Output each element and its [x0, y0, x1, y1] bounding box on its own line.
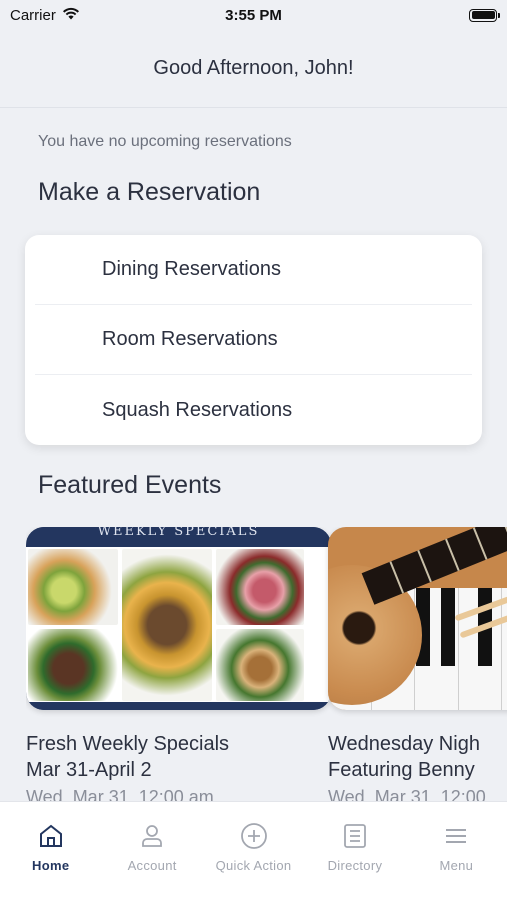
tab-menu[interactable]: Menu	[406, 802, 507, 900]
upcoming-reservations-text: You have no upcoming reservations	[38, 133, 292, 150]
featured-events-title: Featured Events	[38, 471, 222, 499]
tab-label: Account	[127, 858, 177, 873]
home-icon	[37, 822, 65, 850]
tab-account[interactable]: Account	[101, 802, 202, 900]
room-reservations-item[interactable]: Room Reservations	[35, 305, 472, 375]
account-icon	[138, 822, 166, 850]
tab-label: Quick Action	[215, 858, 292, 873]
wifi-icon	[62, 7, 80, 24]
tab-label: Menu	[439, 858, 474, 873]
tab-home[interactable]: Home	[0, 802, 101, 900]
event-date: Wed, Mar 31, 12:00	[328, 787, 486, 802]
menu-icon	[442, 822, 470, 850]
tab-quick-action[interactable]: Quick Action	[203, 802, 304, 900]
event-date: Wed, Mar 31, 12:00 am	[26, 787, 214, 802]
reservation-card: Dining Reservations Room Reservations Sq…	[25, 235, 482, 445]
weekly-specials-image: WEEKLY SPECIALS	[26, 527, 331, 710]
featured-events-carousel[interactable]: WEEKLY SPECIALS Fresh Weekly Specials Ma…	[26, 527, 507, 802]
tab-bar: Home Account Quick Action Directory Menu	[0, 801, 507, 900]
status-bar: Carrier 3:55 PM	[0, 0, 507, 30]
tab-directory[interactable]: Directory	[304, 802, 405, 900]
carrier-label: Carrier	[10, 6, 56, 24]
make-reservation-title: Make a Reservation	[38, 178, 261, 206]
event-title: Fresh Weekly Specials Mar 31-April 2	[26, 733, 230, 781]
dining-reservations-item[interactable]: Dining Reservations	[35, 235, 472, 305]
battery-icon	[469, 8, 500, 22]
directory-icon	[341, 822, 369, 850]
squash-reservations-item[interactable]: Squash Reservations	[35, 375, 472, 445]
music-event-image	[328, 527, 507, 710]
event-title: Wednesday Nigh Featuring Benny	[328, 733, 480, 781]
header: Good Afternoon, John!	[0, 30, 507, 108]
event-card[interactable]: WEEKLY SPECIALS Fresh Weekly Specials Ma…	[26, 527, 331, 802]
greeting-title: Good Afternoon, John!	[153, 57, 354, 79]
tab-label: Directory	[327, 858, 383, 873]
image-banner-text: WEEKLY SPECIALS	[26, 527, 331, 541]
plus-circle-icon	[240, 822, 268, 850]
event-card[interactable]: Wednesday Nigh Featuring Benny Wed, Mar …	[328, 527, 507, 802]
tab-label: Home	[32, 858, 70, 873]
